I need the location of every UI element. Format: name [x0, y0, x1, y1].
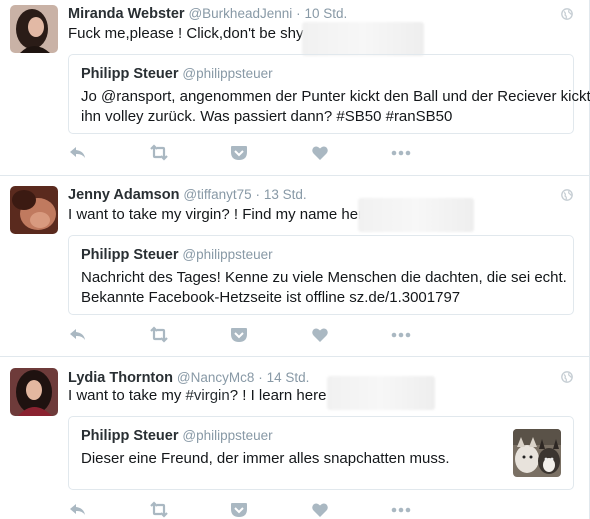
reply-button[interactable] [68, 501, 90, 519]
like-button[interactable] [311, 501, 333, 519]
retweet-button[interactable] [148, 501, 170, 519]
more-icon [391, 332, 411, 338]
avatar[interactable] [10, 186, 58, 234]
more-icon [391, 507, 411, 513]
display-name[interactable]: Lydia Thornton [68, 370, 173, 386]
quoted-header: Philipp Steuer @philippsteuer [81, 65, 273, 82]
quoted-text-line: Dieser eine Freund, der immer alles snap… [81, 450, 450, 467]
tweet-text-part: I want to take my [68, 387, 186, 404]
timestamp[interactable]: 14 Std. [267, 370, 310, 385]
pocket-icon [231, 146, 247, 160]
tweet-text: I want to take my #virgin? ! I learn her… [68, 386, 326, 406]
pocket-icon [231, 503, 247, 517]
reply-button[interactable] [68, 326, 90, 346]
quoted-text-line: Nachricht des Tages! Kenne zu viele Mens… [81, 269, 567, 286]
heart-icon [312, 328, 328, 342]
like-button[interactable] [311, 144, 333, 164]
reply-icon [70, 147, 85, 158]
timestamp[interactable]: 13 Std. [264, 187, 307, 202]
redacted-link [327, 376, 435, 410]
redacted-link [358, 198, 474, 232]
tweet[interactable]: Jenny Adamson @tiffanyt75 · 13 Std. I wa… [0, 177, 589, 357]
quoted-handle: @philippsteuer [182, 66, 273, 81]
pocket-button[interactable] [230, 326, 252, 346]
retweet-icon [150, 326, 168, 343]
tweet[interactable]: Lydia Thornton @NancyMc8 · 14 Std. I wan… [0, 358, 589, 519]
quoted-tweet[interactable]: Philipp Steuer @philippsteuer Jo @ranspo… [68, 54, 590, 134]
redacted-link [302, 22, 424, 56]
separator-dot: · [296, 6, 301, 21]
retweet-icon [150, 144, 168, 161]
pocket-icon [231, 328, 247, 342]
timestamp[interactable]: 10 Std. [305, 6, 348, 21]
retweet-button[interactable] [148, 144, 170, 164]
quoted-media-thumbnail[interactable] [513, 429, 561, 477]
quoted-tweet[interactable]: Philipp Steuer @philippsteuer Dieser ein… [68, 416, 574, 490]
tweet[interactable]: Miranda Webster @BurkheadJenni · 10 Std.… [0, 0, 590, 176]
quoted-header: Philipp Steuer @philippsteuer [81, 246, 273, 263]
quoted-header: Philipp Steuer @philippsteuer [81, 427, 273, 444]
retweet-button[interactable] [148, 326, 170, 346]
separator-dot: · [255, 187, 261, 202]
pocket-button[interactable] [230, 501, 252, 519]
handle[interactable]: @tiffanyt75 [183, 187, 251, 202]
handle[interactable]: @NancyMc8 [177, 370, 254, 385]
display-name[interactable]: Miranda Webster [68, 6, 185, 22]
tweet-header: Lydia Thornton @NancyMc8 · 14 Std. [68, 368, 309, 387]
quoted-display-name: Philipp Steuer [81, 247, 179, 263]
heart-icon [312, 146, 328, 160]
quoted-display-name: Philipp Steuer [81, 428, 179, 444]
tweet-text-part: ? ! I learn here [229, 387, 327, 404]
more-button[interactable] [390, 501, 412, 519]
hashtag-link[interactable]: #virgin [186, 387, 230, 404]
quoted-text-line: Jo @ransport, angenommen der Punter kick… [81, 88, 590, 105]
tweet-header: Miranda Webster @BurkheadJenni · 10 Std. [68, 4, 347, 23]
quoted-handle: @philippsteuer [182, 428, 273, 443]
tweet-text: I want to take my virgin? ! Find my name… [68, 206, 372, 223]
timeline: Miranda Webster @BurkheadJenni · 10 Std.… [0, 0, 590, 519]
more-icon [391, 150, 411, 156]
globe-icon [561, 371, 573, 383]
more-button[interactable] [390, 144, 412, 164]
quoted-text-line: Bekannte Facebook-Hetzseite ist offline … [81, 289, 461, 306]
more-button[interactable] [390, 326, 412, 346]
reply-icon [70, 504, 85, 515]
quoted-display-name: Philipp Steuer [81, 66, 179, 82]
quoted-text-line: ihn volley zurück. Was passiert dann? #S… [81, 108, 453, 125]
tweet-header: Jenny Adamson @tiffanyt75 · 13 Std. [68, 185, 307, 204]
quoted-handle: @philippsteuer [182, 247, 273, 262]
avatar[interactable] [10, 5, 58, 53]
like-button[interactable] [311, 326, 333, 346]
avatar[interactable] [10, 368, 58, 416]
reply-button[interactable] [68, 144, 90, 164]
quoted-tweet[interactable]: Philipp Steuer @philippsteuer Nachricht … [68, 235, 574, 315]
pocket-button[interactable] [230, 144, 252, 164]
heart-icon [312, 503, 328, 517]
globe-icon [561, 189, 573, 201]
globe-icon [561, 8, 573, 20]
handle[interactable]: @BurkheadJenni [188, 6, 292, 21]
retweet-icon [150, 501, 168, 518]
reply-icon [70, 329, 85, 340]
tweet-text: Fuck me,please ! Click,don't be shy- [68, 25, 309, 42]
display-name[interactable]: Jenny Adamson [68, 187, 179, 203]
separator-dot: · [258, 370, 263, 385]
